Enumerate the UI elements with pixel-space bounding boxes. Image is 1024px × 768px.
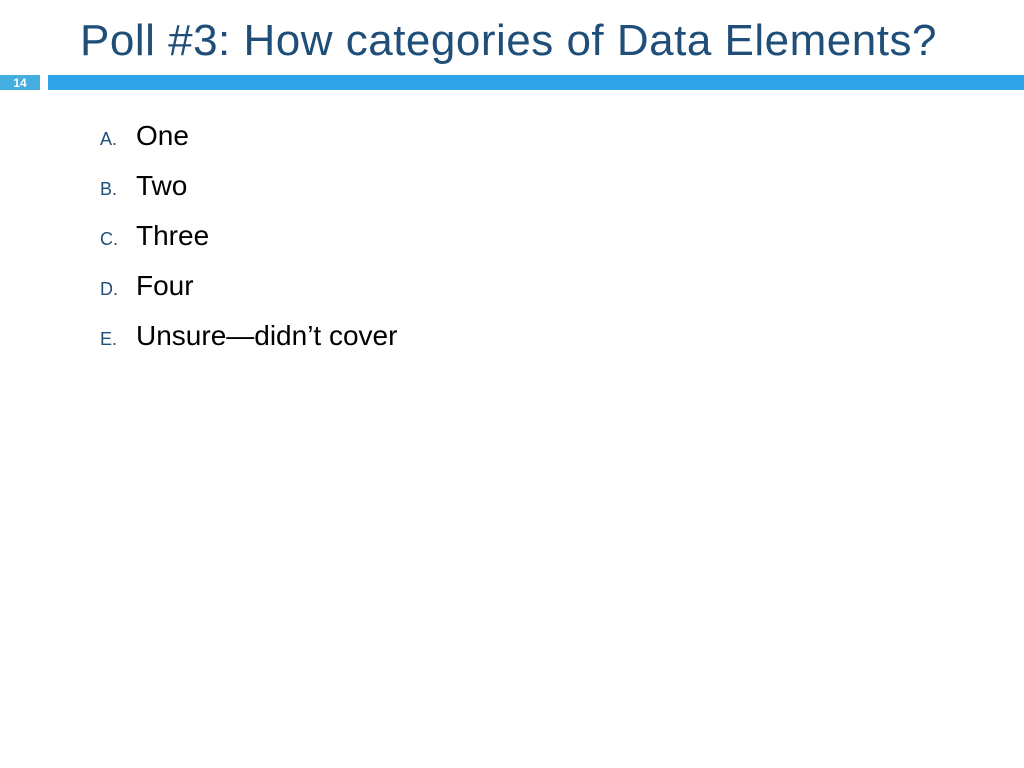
option-letter: C. <box>100 229 136 250</box>
option-letter: D. <box>100 279 136 300</box>
list-item: A. One <box>100 120 1024 152</box>
list-item: C. Three <box>100 220 1024 252</box>
option-letter: A. <box>100 129 136 150</box>
list-item: E. Unsure—didn’t cover <box>100 320 1024 352</box>
slide-title: Poll #3: How categories of Data Elements… <box>0 0 1024 69</box>
divider-bar <box>48 75 1024 90</box>
options-list: A. One B. Two C. Three D. Four E. Unsure… <box>0 90 1024 352</box>
option-text: Four <box>136 270 194 302</box>
list-item: D. Four <box>100 270 1024 302</box>
divider-row: 14 <box>0 75 1024 90</box>
option-text: One <box>136 120 189 152</box>
option-text: Two <box>136 170 187 202</box>
option-letter: E. <box>100 329 136 350</box>
divider-gap <box>40 75 48 90</box>
page-number-badge: 14 <box>0 75 40 90</box>
option-text: Three <box>136 220 209 252</box>
option-text: Unsure—didn’t cover <box>136 320 397 352</box>
option-letter: B. <box>100 179 136 200</box>
list-item: B. Two <box>100 170 1024 202</box>
